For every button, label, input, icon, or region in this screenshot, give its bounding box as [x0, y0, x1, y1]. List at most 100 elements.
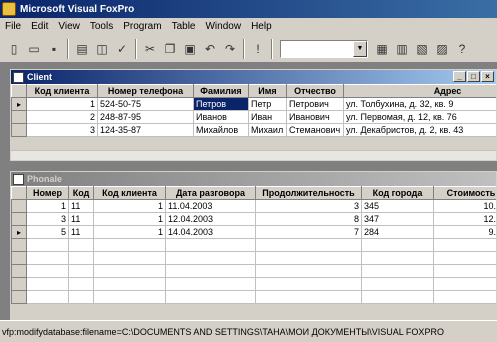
cut-icon[interactable]: ✂	[140, 39, 160, 59]
table-cell[interactable]: 11.04.2003	[165, 199, 256, 213]
table-row[interactable]: 3 11 1 12.04.2003 8 347 12.30	[11, 212, 496, 226]
menu-tools[interactable]: Tools	[85, 21, 118, 32]
new-icon[interactable]: ▯	[4, 39, 24, 59]
column-header[interactable]: Номер	[26, 186, 69, 200]
column-header[interactable]: Дата разговора	[165, 186, 256, 200]
table-cell[interactable]: 11	[68, 199, 94, 213]
table-cell[interactable]: 7	[255, 225, 362, 239]
data-session-icon[interactable]: ▧	[412, 39, 432, 59]
table-cell[interactable]: ул. Толбухина, д. 32, кв. 9	[343, 97, 496, 111]
chevron-down-icon[interactable]: ▼	[353, 40, 367, 57]
column-header[interactable]: Адрес	[343, 84, 496, 98]
column-header[interactable]: Код города	[361, 186, 434, 200]
maximize-icon[interactable]: □	[467, 71, 480, 82]
table-cell[interactable]: 345	[361, 199, 434, 213]
client-window-title[interactable]: Client _ □ ×	[11, 70, 496, 84]
column-header[interactable]: Стоимость	[433, 186, 496, 200]
column-header[interactable]: Продолжительность	[255, 186, 362, 200]
table-cell[interactable]: 1	[26, 97, 98, 111]
table-cell[interactable]: Стеманович	[286, 123, 344, 137]
table-cell[interactable]: 524-50-75	[97, 97, 194, 111]
table-cell[interactable]: Михайлов	[193, 123, 249, 137]
database-combo[interactable]: ▼	[280, 39, 368, 58]
table-cell[interactable]: 10.25	[433, 199, 496, 213]
menu-table[interactable]: Table	[167, 21, 201, 32]
table-row[interactable]: ▸ 1 524-50-75 Петров Петр Петрович ул. Т…	[11, 97, 496, 111]
column-header[interactable]: Фамилия	[193, 84, 249, 98]
menu-edit[interactable]: Edit	[26, 21, 53, 32]
table-cell[interactable]: 1	[93, 199, 166, 213]
table-cell[interactable]: ул. Первомая, д. 12, кв. 76	[343, 110, 496, 124]
form-icon[interactable]: ▦	[372, 39, 392, 59]
phonale-grid[interactable]: Номер Код Код клиента Дата разговора Про…	[11, 186, 496, 304]
column-header[interactable]: Отчество	[286, 84, 344, 98]
table-cell[interactable]: Петрович	[286, 97, 344, 111]
table-row[interactable]: ▸ 5 11 1 14.04.2003 7 284 9.70	[11, 225, 496, 239]
table-row[interactable]: 3 124-35-87 Михайлов Михаил Стеманович у…	[11, 123, 496, 137]
report-icon[interactable]: ▥	[392, 39, 412, 59]
foxpro-app-icon	[2, 2, 16, 16]
table-cell[interactable]: 3	[26, 123, 98, 137]
close-icon[interactable]: ×	[481, 71, 494, 82]
print-preview-icon[interactable]: ◫	[92, 39, 112, 59]
table-cell[interactable]: 12.30	[433, 212, 496, 226]
column-header[interactable]: Имя	[248, 84, 287, 98]
column-header[interactable]: Код клиента	[26, 84, 98, 98]
help-icon[interactable]: ?	[452, 39, 472, 59]
menu-program[interactable]: Program	[118, 21, 166, 32]
table-cell[interactable]: 3	[26, 212, 69, 226]
empty-row	[11, 238, 496, 252]
column-header[interactable]: Код клиента	[93, 186, 166, 200]
menu-help[interactable]: Help	[246, 21, 277, 32]
horizontal-scrollbar[interactable]	[11, 150, 496, 160]
minimize-icon[interactable]: _	[453, 71, 466, 82]
table-icon	[13, 173, 24, 185]
table-cell[interactable]: 1	[93, 212, 166, 226]
menu-bar: File Edit View Tools Program Table Windo…	[0, 18, 497, 35]
table-cell[interactable]: 2	[26, 110, 98, 124]
table-cell[interactable]: Михаил	[248, 123, 287, 137]
table-cell[interactable]: Иван	[248, 110, 287, 124]
table-cell[interactable]: 12.04.2003	[165, 212, 256, 226]
menu-window[interactable]: Window	[200, 21, 246, 32]
current-row-marker-icon: ▸	[11, 97, 27, 111]
table-cell[interactable]: 11	[68, 212, 94, 226]
paste-icon[interactable]: ▣	[180, 39, 200, 59]
table-cell[interactable]: 1	[93, 225, 166, 239]
print-icon[interactable]: ▤	[72, 39, 92, 59]
table-row[interactable]: 2 248-87-95 Иванов Иван Иванович ул. Пер…	[11, 110, 496, 124]
table-cell[interactable]: Петр	[248, 97, 287, 111]
table-cell[interactable]: 347	[361, 212, 434, 226]
phonale-browse-window[interactable]: Phonale Номер Код Код клиента Дата разго…	[10, 171, 497, 323]
menu-file[interactable]: File	[0, 21, 26, 32]
table-cell[interactable]: 11	[68, 225, 94, 239]
client-grid[interactable]: Код клиента Номер телефона Фамилия Имя О…	[11, 84, 496, 137]
table-cell[interactable]: 248-87-95	[97, 110, 194, 124]
copy-icon[interactable]: ❐	[160, 39, 180, 59]
table-cell[interactable]: 284	[361, 225, 434, 239]
command-window-icon[interactable]: ▨	[432, 39, 452, 59]
table-cell[interactable]: ул. Декабристов, д. 2, кв. 43	[343, 123, 496, 137]
table-cell-selected[interactable]: Петров	[193, 97, 249, 111]
table-cell[interactable]: 5	[26, 225, 69, 239]
table-cell[interactable]: 14.04.2003	[165, 225, 256, 239]
table-cell[interactable]: 3	[255, 199, 362, 213]
spelling-icon[interactable]: ✓	[112, 39, 132, 59]
redo-icon[interactable]: ↷	[220, 39, 240, 59]
table-cell[interactable]: Иванович	[286, 110, 344, 124]
run-icon[interactable]: !	[248, 39, 268, 59]
open-icon[interactable]: ▭	[24, 39, 44, 59]
column-header[interactable]: Номер телефона	[97, 84, 194, 98]
table-row[interactable]: 1 11 1 11.04.2003 3 345 10.25	[11, 199, 496, 213]
menu-view[interactable]: View	[53, 21, 85, 32]
undo-icon[interactable]: ↶	[200, 39, 220, 59]
table-cell[interactable]: 8	[255, 212, 362, 226]
client-browse-window[interactable]: Client _ □ × Код клиента Номер телефона …	[10, 69, 497, 161]
column-header[interactable]: Код	[68, 186, 94, 200]
table-cell[interactable]: 124-35-87	[97, 123, 194, 137]
save-icon[interactable]: ▪	[44, 39, 64, 59]
table-cell[interactable]: Иванов	[193, 110, 249, 124]
table-cell[interactable]: 9.70	[433, 225, 496, 239]
phonale-window-title[interactable]: Phonale	[11, 172, 496, 186]
table-cell[interactable]: 1	[26, 199, 69, 213]
